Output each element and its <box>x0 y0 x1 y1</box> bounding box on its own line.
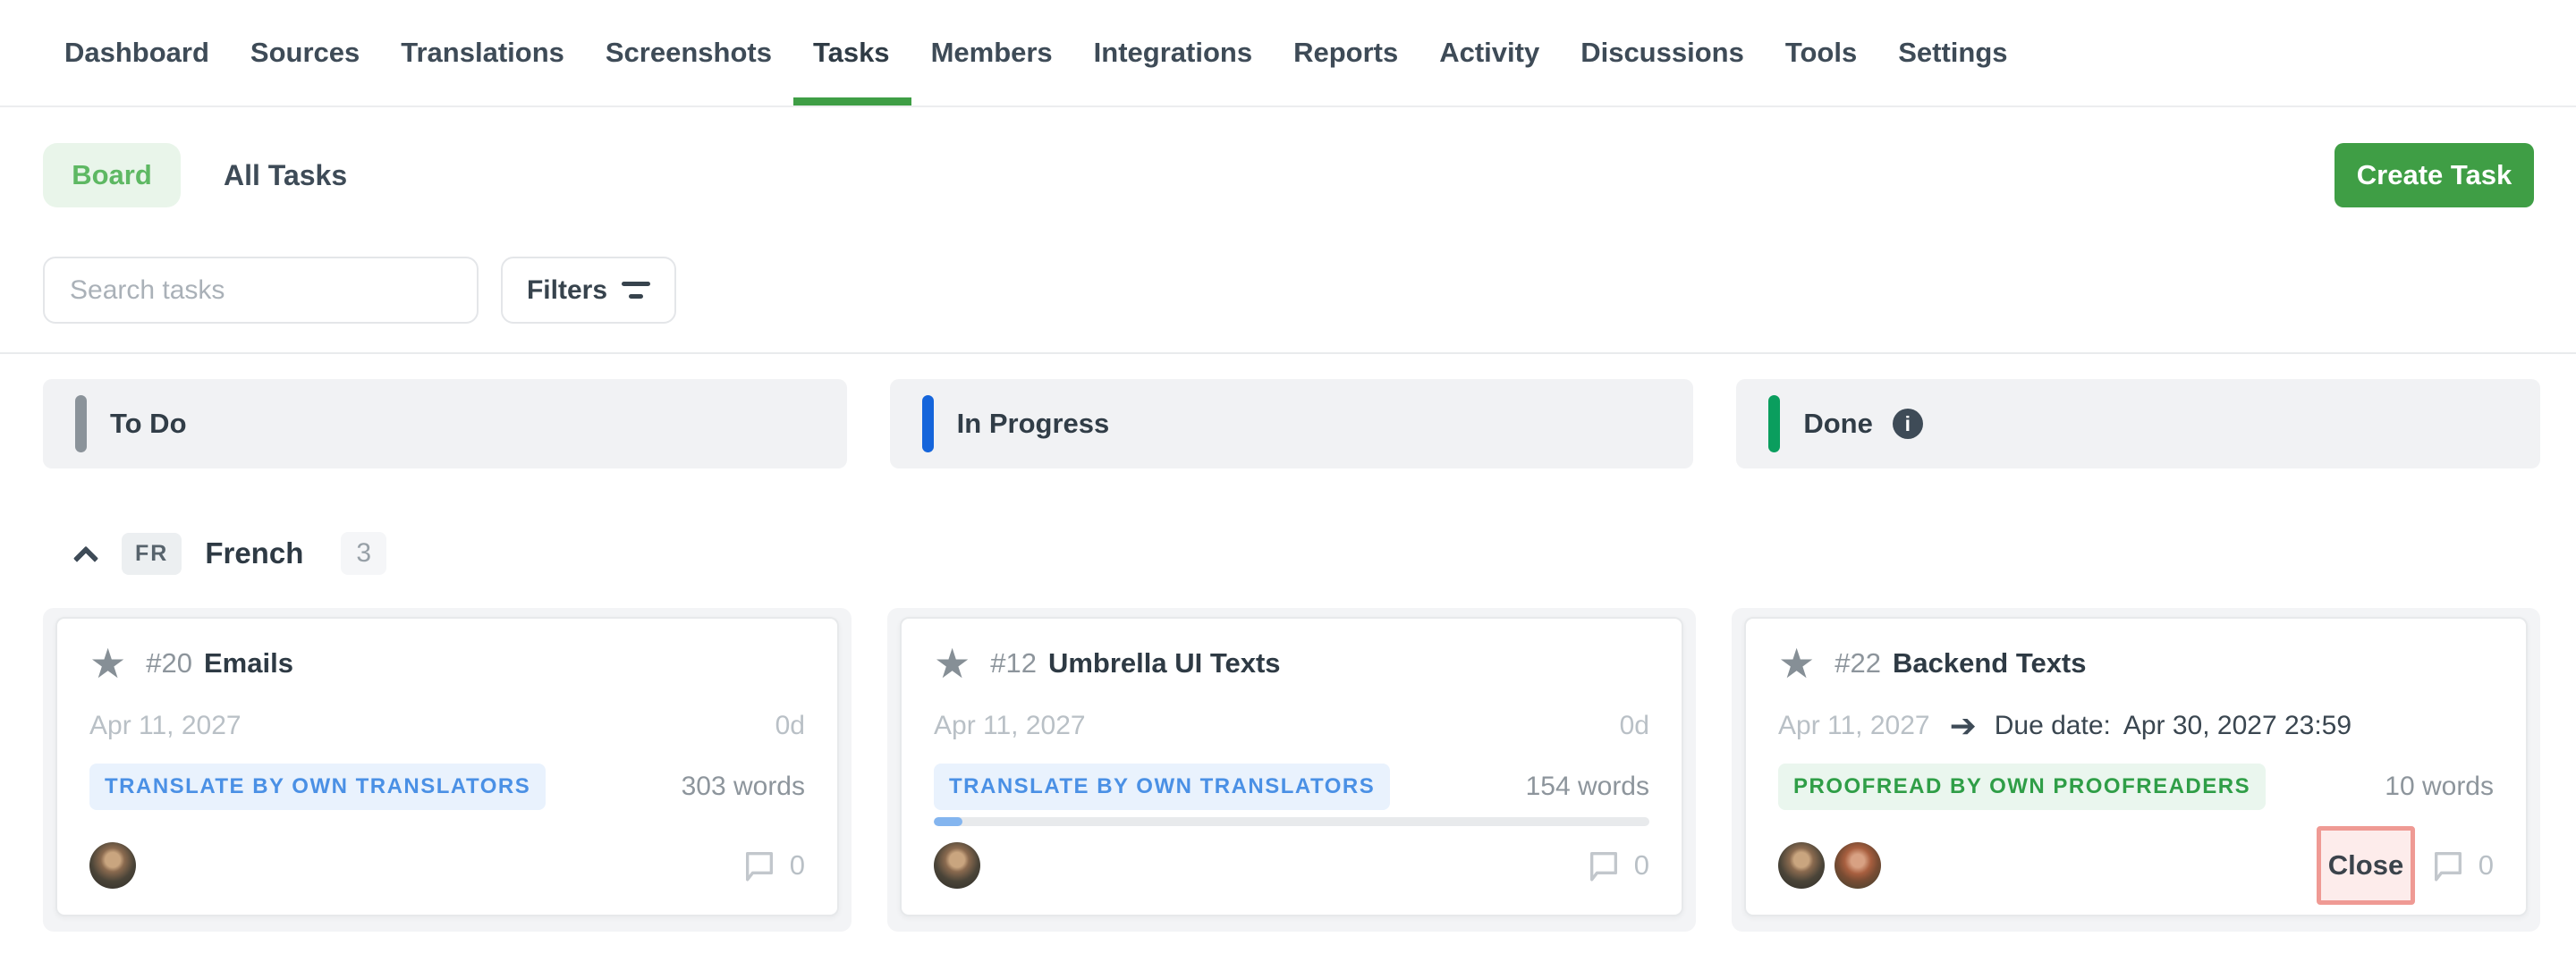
comments[interactable]: 0 <box>1586 847 1649 884</box>
progress-bar-fill <box>934 817 962 826</box>
task-date: Apr 11, 2027 <box>934 711 1086 741</box>
task-days: 0d <box>775 711 805 741</box>
task-title: Emails <box>204 647 293 679</box>
task-card-22[interactable]: ★ #22 Backend Texts Apr 11, 2027 ➔ Due d… <box>1744 617 2528 916</box>
task-id: #12 <box>990 647 1037 679</box>
task-id: #22 <box>1835 647 1881 679</box>
assignee-avatar[interactable] <box>1835 842 1881 889</box>
card-date-row: Apr 11, 2027 0d <box>89 710 805 742</box>
task-card-20[interactable]: ★ #20 Emails Apr 11, 2027 0d TRANSLATE B… <box>55 617 839 916</box>
comment-count: 0 <box>1634 849 1649 882</box>
task-days: 0d <box>1620 711 1649 741</box>
task-type-badge: PROOFREAD BY OWN PROOFREADERS <box>1778 764 2266 810</box>
comment-bubble-icon <box>1586 847 1622 884</box>
card-badge-row: TRANSLATE BY OWN TRANSLATORS 154 words <box>934 764 1649 810</box>
language-code-badge: FR <box>122 533 182 575</box>
all-tasks-link[interactable]: All Tasks <box>224 159 347 192</box>
column-header-done[interactable]: Done i <box>1736 379 2540 468</box>
comment-count: 0 <box>2479 849 2494 882</box>
nav-item-discussions[interactable]: Discussions <box>1580 0 1744 105</box>
nav-item-dashboard[interactable]: Dashboard <box>64 0 209 105</box>
task-id: #20 <box>146 647 192 679</box>
nav-item-reports[interactable]: Reports <box>1293 0 1398 105</box>
task-type-badge: TRANSLATE BY OWN TRANSLATORS <box>89 764 546 810</box>
nav-item-settings[interactable]: Settings <box>1898 0 2007 105</box>
assignee-avatars <box>1778 842 1881 889</box>
arrow-right-icon: ➔ <box>1950 707 1977 745</box>
comment-bubble-icon <box>741 847 777 884</box>
comment-bubble-icon <box>2430 847 2466 884</box>
top-navigation: Dashboard Sources Translations Screensho… <box>0 0 2576 107</box>
comments[interactable]: 0 <box>2430 847 2494 884</box>
card-footer: 0 <box>89 842 805 889</box>
nav-item-integrations[interactable]: Integrations <box>1094 0 1252 105</box>
task-date: Apr 11, 2027 <box>1778 711 1930 741</box>
card-badge-row: TRANSLATE BY OWN TRANSLATORS 303 words <box>89 764 805 810</box>
nav-item-screenshots[interactable]: Screenshots <box>606 0 772 105</box>
divider <box>0 352 2576 354</box>
filter-icon <box>622 282 650 299</box>
search-input[interactable] <box>43 257 479 324</box>
nav-item-translations[interactable]: Translations <box>401 0 564 105</box>
word-count: 154 words <box>1526 772 1649 802</box>
column-header-todo[interactable]: To Do <box>43 379 847 468</box>
card-badge-row: PROOFREAD BY OWN PROOFREADERS 10 words <box>1778 764 2494 810</box>
nav-item-sources[interactable]: Sources <box>250 0 360 105</box>
comment-count: 0 <box>790 849 805 882</box>
nav-item-tasks[interactable]: Tasks <box>813 0 890 105</box>
done-status-bar <box>1768 395 1780 452</box>
create-task-button[interactable]: Create Task <box>2334 143 2534 207</box>
star-icon[interactable]: ★ <box>89 642 126 685</box>
language-name: French <box>205 536 303 570</box>
info-icon[interactable]: i <box>1893 409 1923 439</box>
nav-item-activity[interactable]: Activity <box>1439 0 1539 105</box>
star-icon[interactable]: ★ <box>1778 642 1815 685</box>
board-view-toggle[interactable]: Board <box>43 143 181 207</box>
task-date: Apr 11, 2027 <box>89 711 242 741</box>
task-title: Umbrella UI Texts <box>1048 647 1281 679</box>
card-date-row: Apr 11, 2027 ➔ Due date: Apr 30, 2027 23… <box>1778 710 2494 742</box>
in-progress-status-bar <box>922 395 934 452</box>
board: ★ #20 Emails Apr 11, 2027 0d TRANSLATE B… <box>0 608 2576 932</box>
assignee-avatar[interactable] <box>1778 842 1825 889</box>
todo-status-bar <box>75 395 87 452</box>
column-label-done: Done <box>1803 408 1873 440</box>
card-date-row: Apr 11, 2027 0d <box>934 710 1649 742</box>
progress-bar <box>934 817 1649 826</box>
card-title-row: ★ #20 Emails <box>89 642 805 685</box>
comments[interactable]: 0 <box>741 847 805 884</box>
task-type-badge: TRANSLATE BY OWN TRANSLATORS <box>934 764 1390 810</box>
column-label-todo: To Do <box>110 408 187 440</box>
lane-in-progress: ★ #12 Umbrella UI Texts Apr 11, 2027 0d … <box>887 608 1696 932</box>
word-count: 10 words <box>2385 772 2494 802</box>
filters-button[interactable]: Filters <box>501 257 676 324</box>
star-icon[interactable]: ★ <box>934 642 970 685</box>
status-columns: To Do In Progress Done i <box>0 379 2576 468</box>
assignee-avatars <box>89 842 136 889</box>
collapse-chevron-icon[interactable] <box>73 546 98 571</box>
lane-todo: ★ #20 Emails Apr 11, 2027 0d TRANSLATE B… <box>43 608 852 932</box>
column-label-in-progress: In Progress <box>957 408 1110 440</box>
lane-done: ★ #22 Backend Texts Apr 11, 2027 ➔ Due d… <box>1732 608 2540 932</box>
language-task-count: 3 <box>341 532 386 575</box>
search-row: Filters <box>0 257 2576 324</box>
due-date-label: Due date: <box>1995 711 2111 741</box>
assignee-avatars <box>934 842 980 889</box>
card-title-row: ★ #12 Umbrella UI Texts <box>934 642 1649 685</box>
card-footer: 0 <box>934 842 1649 889</box>
language-group-row: FR French 3 <box>0 531 2576 576</box>
word-count: 303 words <box>682 772 805 802</box>
due-date-value: Apr 30, 2027 23:59 <box>2123 711 2351 741</box>
column-header-in-progress[interactable]: In Progress <box>890 379 1694 468</box>
view-switch-row: Board All Tasks Create Task <box>0 143 2576 207</box>
task-card-12[interactable]: ★ #12 Umbrella UI Texts Apr 11, 2027 0d … <box>900 617 1683 916</box>
nav-item-tools[interactable]: Tools <box>1785 0 1857 105</box>
card-title-row: ★ #22 Backend Texts <box>1778 642 2494 685</box>
assignee-avatar[interactable] <box>89 842 136 889</box>
task-title: Backend Texts <box>1893 647 2087 679</box>
nav-item-members[interactable]: Members <box>931 0 1053 105</box>
close-task-button[interactable]: Close <box>2317 826 2415 905</box>
assignee-avatar[interactable] <box>934 842 980 889</box>
filters-button-label: Filters <box>527 275 607 306</box>
